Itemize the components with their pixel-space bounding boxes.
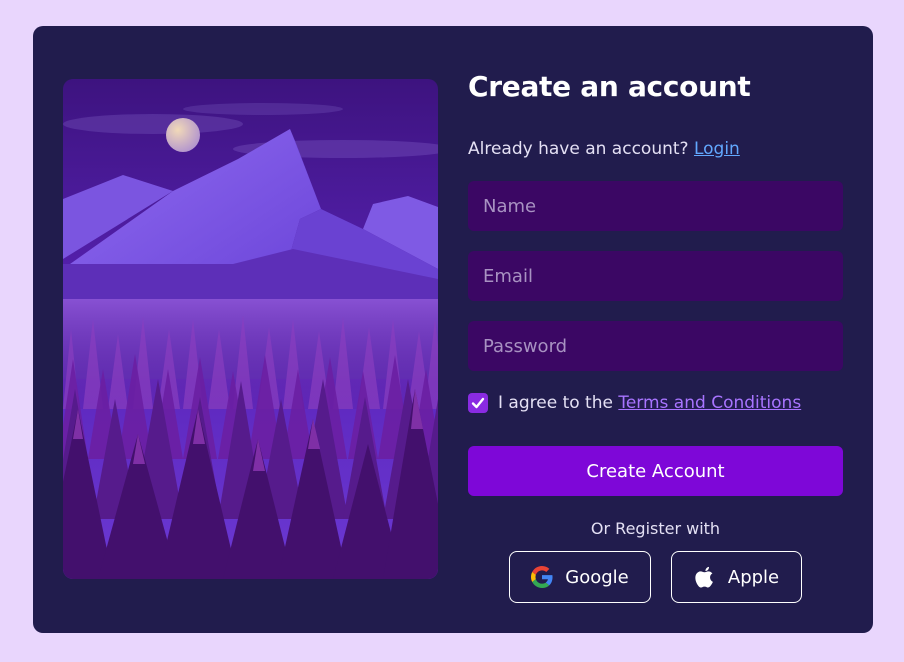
- apple-icon: [695, 566, 713, 588]
- google-label: Google: [565, 566, 629, 588]
- terms-prefix: I agree to the: [498, 393, 613, 413]
- or-register-with: Or Register with: [590, 519, 721, 538]
- apple-button[interactable]: Apple: [671, 551, 802, 603]
- name-input[interactable]: [468, 181, 843, 231]
- login-link[interactable]: Login: [694, 139, 740, 159]
- page-title: Create an account: [468, 70, 751, 103]
- email-input[interactable]: [468, 251, 843, 301]
- checkmark-icon: [471, 397, 485, 409]
- terms-agreement: I agree to the Terms and Conditions: [468, 392, 801, 414]
- login-prompt-text: Already have an account?: [468, 139, 689, 159]
- terms-label: I agree to the Terms and Conditions: [498, 393, 801, 413]
- terms-checkbox[interactable]: [468, 393, 488, 413]
- terms-link[interactable]: Terms and Conditions: [618, 393, 801, 413]
- password-input[interactable]: [468, 321, 843, 371]
- login-prompt: Already have an account? Login: [468, 139, 740, 159]
- google-button[interactable]: Google: [509, 551, 651, 603]
- apple-label: Apple: [727, 566, 780, 588]
- google-icon: [531, 566, 553, 588]
- signup-card: Create an account Already have an accoun…: [33, 26, 873, 633]
- create-account-button[interactable]: Create Account: [468, 446, 843, 496]
- mountain-forest-illustration: [63, 79, 438, 579]
